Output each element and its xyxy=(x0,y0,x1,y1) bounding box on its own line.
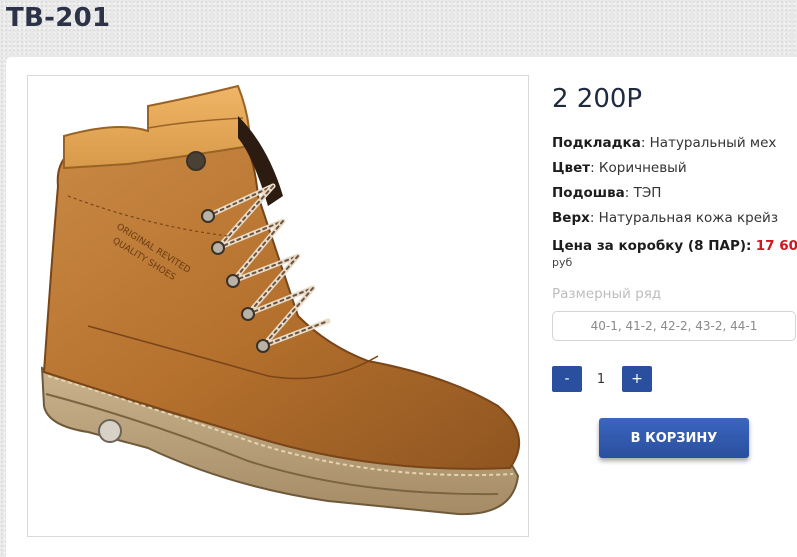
product-price: 2 200Р xyxy=(552,84,643,114)
attr-color-value: Коричневый xyxy=(598,160,687,176)
quantity-increase-button[interactable]: + xyxy=(622,366,652,392)
box-price-label: Цена за коробку (8 ПАР) xyxy=(552,238,747,254)
product-title: ТВ-201 xyxy=(6,3,111,33)
product-image[interactable]: ORIGINAL REVITED QUALITY SHOES xyxy=(27,75,529,537)
attr-lining: Подкладка: Натуральный мех xyxy=(552,135,777,151)
box-price-unit: руб xyxy=(552,256,573,269)
attr-color-label: Цвет xyxy=(552,160,591,176)
quantity-input[interactable] xyxy=(582,366,620,392)
attr-color: Цвет: Коричневый xyxy=(552,160,687,176)
attr-upper: Верх: Натуральная кожа крейз xyxy=(552,210,779,226)
box-price-amount: 17 600 xyxy=(755,238,797,254)
heel-rivet xyxy=(98,419,122,443)
sizes-label: Размерный ряд xyxy=(552,286,662,302)
attr-sole: Подошва: ТЭП xyxy=(552,185,662,201)
attr-upper-value: Натуральная кожа крейз xyxy=(598,210,779,226)
quantity-decrease-button[interactable]: - xyxy=(552,366,582,392)
attr-sole-label: Подошва xyxy=(552,185,625,201)
attr-lining-label: Подкладка xyxy=(552,135,641,151)
boot-illustration: ORIGINAL REVITED QUALITY SHOES xyxy=(40,84,520,516)
add-to-cart-button[interactable]: В КОРЗИНУ xyxy=(599,418,749,458)
box-price: Цена за коробку (8 ПАР): 17 600 xyxy=(552,238,797,254)
attr-lining-value: Натуральный мех xyxy=(649,135,777,151)
attr-upper-label: Верх xyxy=(552,210,590,226)
attr-sole-value: ТЭП xyxy=(633,185,662,201)
sizes-field[interactable]: 40-1, 41-2, 42-2, 43-2, 44-1 xyxy=(552,311,796,341)
